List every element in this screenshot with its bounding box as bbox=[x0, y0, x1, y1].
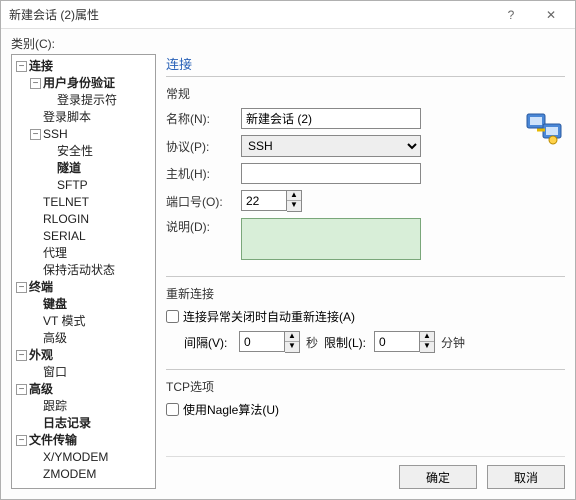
tree-item-terminal[interactable]: −终端 bbox=[16, 279, 153, 296]
cancel-button[interactable]: 取消 bbox=[487, 465, 565, 489]
ok-button[interactable]: 确定 bbox=[399, 465, 477, 489]
tree-item-window[interactable]: 窗口 bbox=[30, 364, 153, 381]
tree-item-appearance[interactable]: −外观 bbox=[16, 347, 153, 364]
help-button[interactable]: ? bbox=[491, 2, 531, 28]
titlebar: 新建会话 (2)属性 ? ✕ bbox=[1, 1, 575, 29]
tree-item-vt-mode[interactable]: VT 模式 bbox=[30, 313, 153, 330]
dialog-body: 类别(C): −连接 −用户身份验证 登录提示符 bbox=[1, 29, 575, 499]
limit-unit: 分钟 bbox=[441, 334, 465, 351]
port-input[interactable] bbox=[241, 190, 287, 211]
nagle-checkbox[interactable] bbox=[166, 403, 179, 416]
collapse-icon[interactable]: − bbox=[30, 78, 41, 89]
tree-item-login-script[interactable]: 登录脚本 bbox=[30, 109, 153, 126]
label-limit: 限制(L): bbox=[324, 334, 374, 351]
connection-icon bbox=[525, 108, 565, 148]
label-port: 端口号(O): bbox=[166, 193, 241, 210]
tree-item-serial[interactable]: SERIAL bbox=[30, 228, 153, 245]
tree-item-xymodem[interactable]: X/YMODEM bbox=[30, 449, 153, 466]
group-general: 常规 名称(N): 协议(P): SSH bbox=[166, 85, 565, 266]
interval-spinner[interactable]: ▲▼ bbox=[239, 331, 300, 353]
tree-item-rlogin[interactable]: RLOGIN bbox=[30, 211, 153, 228]
label-protocol: 协议(P): bbox=[166, 138, 241, 155]
spin-down-icon[interactable]: ▼ bbox=[420, 342, 434, 352]
close-button[interactable]: ✕ bbox=[531, 2, 571, 28]
section-title: 连接 bbox=[166, 54, 565, 77]
label-host: 主机(H): bbox=[166, 165, 241, 182]
dialog-footer: 确定 取消 bbox=[166, 456, 565, 489]
auto-reconnect-checkbox[interactable] bbox=[166, 310, 179, 323]
interval-unit: 秒 bbox=[306, 334, 318, 351]
group-tcp: TCP选项 使用Nagle算法(U) bbox=[166, 369, 565, 424]
protocol-select[interactable]: SSH bbox=[241, 135, 421, 157]
tree-item-zmodem[interactable]: ZMODEM bbox=[30, 466, 153, 483]
category-tree-pane: −连接 −用户身份验证 登录提示符 登录脚本 − bbox=[11, 54, 156, 489]
group-title-general: 常规 bbox=[166, 85, 565, 102]
label-desc: 说明(D): bbox=[166, 218, 241, 235]
auto-reconnect-label: 连接异常关闭时自动重新连接(A) bbox=[183, 308, 355, 325]
tree-item-sftp[interactable]: SFTP bbox=[44, 177, 153, 194]
collapse-icon[interactable]: − bbox=[16, 61, 27, 72]
tree-item-telnet[interactable]: TELNET bbox=[30, 194, 153, 211]
tree-item-logging[interactable]: 日志记录 bbox=[30, 415, 153, 432]
tree-item-keepalive[interactable]: 保持活动状态 bbox=[30, 262, 153, 279]
collapse-icon[interactable]: − bbox=[16, 384, 27, 395]
tree-item-tunnel[interactable]: 隧道 bbox=[44, 160, 153, 177]
collapse-icon[interactable]: − bbox=[30, 129, 41, 140]
label-name: 名称(N): bbox=[166, 110, 241, 127]
tree-item-file-transfer[interactable]: −文件传输 bbox=[16, 432, 153, 449]
group-reconnect: 重新连接 连接异常关闭时自动重新连接(A) 间隔(V): ▲▼ 秒 限制(L): bbox=[166, 276, 565, 359]
port-spinner[interactable]: ▲▼ bbox=[241, 190, 302, 212]
collapse-icon[interactable]: − bbox=[16, 350, 27, 361]
tree-item-security[interactable]: 安全性 bbox=[44, 143, 153, 160]
name-input[interactable] bbox=[241, 108, 421, 129]
tree-item-advanced-term[interactable]: 高级 bbox=[30, 330, 153, 347]
spin-down-icon[interactable]: ▼ bbox=[285, 342, 299, 352]
tree-item-trace[interactable]: 跟踪 bbox=[30, 398, 153, 415]
dialog-window: 新建会话 (2)属性 ? ✕ 类别(C): −连接 −用户身份验证 bbox=[0, 0, 576, 500]
category-label: 类别(C): bbox=[11, 35, 565, 52]
limit-spinner[interactable]: ▲▼ bbox=[374, 331, 435, 353]
spin-down-icon[interactable]: ▼ bbox=[287, 201, 301, 211]
tree-item-keyboard[interactable]: 键盘 bbox=[30, 296, 153, 313]
label-interval: 间隔(V): bbox=[184, 334, 239, 351]
tree-item-ssh[interactable]: −SSH bbox=[30, 126, 153, 143]
nagle-label: 使用Nagle算法(U) bbox=[183, 401, 279, 418]
interval-input[interactable] bbox=[239, 331, 285, 352]
limit-input[interactable] bbox=[374, 331, 420, 352]
description-box[interactable] bbox=[241, 218, 421, 260]
settings-panel: 连接 常规 名称(N): 协议(P): SSH bbox=[166, 54, 565, 489]
host-input[interactable] bbox=[241, 163, 421, 184]
window-title: 新建会话 (2)属性 bbox=[9, 6, 491, 23]
group-title-tcp: TCP选项 bbox=[166, 378, 565, 395]
tree-item-connection[interactable]: −连接 bbox=[16, 58, 153, 75]
tree-item-proxy[interactable]: 代理 bbox=[30, 245, 153, 262]
tree-item-user-auth[interactable]: −用户身份验证 bbox=[30, 75, 153, 92]
tree-item-advanced[interactable]: −高级 bbox=[16, 381, 153, 398]
tree-item-login-prompt[interactable]: 登录提示符 bbox=[44, 92, 153, 109]
group-title-reconnect: 重新连接 bbox=[166, 285, 565, 302]
category-tree[interactable]: −连接 −用户身份验证 登录提示符 登录脚本 − bbox=[14, 58, 153, 483]
collapse-icon[interactable]: − bbox=[16, 435, 27, 446]
collapse-icon[interactable]: − bbox=[16, 282, 27, 293]
